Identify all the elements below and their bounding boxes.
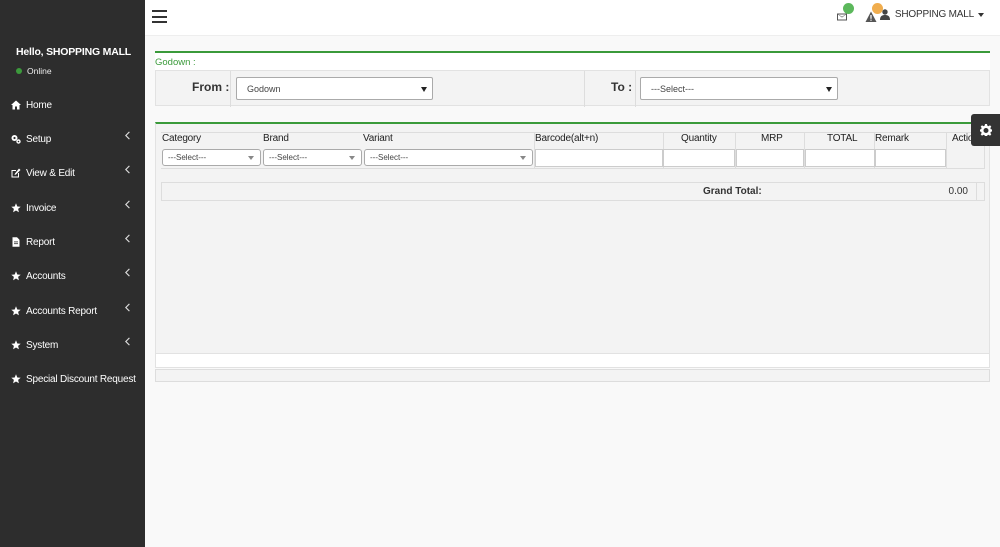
chevron-left-icon	[124, 234, 132, 244]
sidebar-item-special-discount-request[interactable]: Special Discount Request	[0, 362, 145, 396]
column-header-mrp: MRP	[761, 133, 783, 144]
column-header-variant: Variant	[363, 133, 393, 144]
sidebar-item-label: Special Discount Request	[26, 373, 136, 385]
caret-down-icon	[978, 12, 984, 17]
settings-toggle[interactable]	[971, 114, 1000, 146]
column-header-quantity: Quantity	[681, 133, 717, 144]
warning-icon[interactable]	[865, 3, 883, 25]
sidebar-item-label: Invoice	[26, 202, 57, 214]
star-icon	[10, 270, 22, 282]
column-divider	[946, 132, 947, 169]
barcode-input[interactable]	[535, 149, 663, 167]
to-godown-value: ---Select---	[651, 83, 694, 94]
chevron-left-icon	[124, 268, 132, 278]
category-value: ---Select---	[168, 153, 207, 162]
dropdown-arrow-icon	[421, 86, 427, 92]
sidebar-item-label: Home	[26, 99, 52, 111]
table-border	[161, 168, 985, 169]
mrp-input[interactable]	[736, 149, 804, 167]
star-icon	[10, 305, 22, 317]
from-godown-select[interactable]: Godown	[236, 77, 433, 100]
menu-toggle-icon[interactable]	[152, 10, 167, 23]
sidebar-item-setup[interactable]: Setup	[0, 122, 145, 156]
grand-total-row: Grand Total: 0.00	[161, 182, 985, 201]
chevron-left-icon	[124, 200, 132, 210]
godown-filter-row: From : Godown To : ---Select---	[155, 70, 990, 107]
sidebar-item-label: Report	[26, 236, 55, 248]
edit-icon	[10, 167, 22, 179]
user-menu-dropdown[interactable]: SHOPPING MALL	[879, 9, 984, 20]
sidebar-item-report[interactable]: Report	[0, 225, 145, 259]
star-icon	[10, 339, 22, 351]
user-panel: Hello, SHOPPING MALL Online	[16, 46, 141, 76]
sidebar-item-label: Setup	[26, 133, 52, 145]
user-icon	[879, 9, 890, 20]
column-divider	[976, 183, 977, 200]
chevron-left-icon	[124, 337, 132, 347]
star-icon	[10, 202, 22, 214]
top-header: SHOPPING MALL	[145, 0, 1000, 36]
variant-select[interactable]: ---Select---	[364, 149, 533, 166]
divider	[635, 71, 636, 107]
panel-footer-bar	[155, 369, 990, 382]
category-select[interactable]: ---Select---	[162, 149, 261, 166]
column-header-brand: Brand	[263, 133, 289, 144]
remark-input[interactable]	[875, 149, 946, 167]
from-godown-value: Godown	[247, 83, 281, 94]
quantity-input[interactable]	[663, 149, 735, 167]
column-header-category: Category	[162, 133, 201, 144]
sidebar-item-label: System	[26, 339, 59, 351]
sidebar-item-home[interactable]: Home	[0, 88, 145, 122]
from-label: From :	[192, 80, 230, 94]
user-status-label: Online	[27, 66, 52, 76]
sidebar-item-invoice[interactable]: Invoice	[0, 191, 145, 225]
to-godown-select[interactable]: ---Select---	[640, 77, 838, 100]
chevron-left-icon	[124, 131, 132, 141]
sidebar: Hello, SHOPPING MALL Online Home Setup V…	[0, 0, 145, 547]
sidebar-item-view-edit[interactable]: View & Edit	[0, 156, 145, 190]
gear-icon	[979, 124, 992, 136]
divider	[230, 71, 231, 107]
user-menu-label: SHOPPING MALL	[894, 9, 974, 20]
dropdown-arrow-icon	[248, 155, 254, 160]
grand-total-value: 0.00	[948, 186, 968, 197]
grand-total-label: Grand Total:	[703, 186, 762, 197]
sidebar-item-label: View & Edit	[26, 167, 75, 179]
user-greeting: Hello, SHOPPING MALL	[16, 46, 132, 58]
home-icon	[10, 99, 22, 111]
user-status: Online	[16, 66, 52, 76]
chevron-left-icon	[124, 303, 132, 313]
sidebar-item-label: Accounts Report	[26, 305, 97, 317]
mail-badge	[843, 3, 854, 14]
chevron-left-icon	[124, 165, 132, 175]
product-panel: Category Brand Variant Barcode(alt+n) Qu…	[155, 122, 990, 354]
sidebar-item-system[interactable]: System	[0, 328, 145, 362]
to-label: To :	[611, 80, 633, 94]
brand-value: ---Select---	[269, 153, 308, 162]
panel-footer	[155, 354, 990, 368]
star-icon	[10, 373, 22, 385]
brand-select[interactable]: ---Select---	[263, 149, 362, 166]
dropdown-arrow-icon	[520, 155, 526, 160]
column-header-total: TOTAL	[827, 133, 858, 144]
total-input[interactable]	[805, 149, 875, 167]
cogs-icon	[10, 133, 22, 145]
sidebar-item-label: Accounts	[26, 270, 66, 282]
dropdown-arrow-icon	[826, 86, 832, 92]
online-status-dot	[16, 68, 22, 74]
dropdown-arrow-icon	[349, 155, 355, 160]
sidebar-item-accounts[interactable]: Accounts	[0, 259, 145, 293]
sidebar-item-accounts-report[interactable]: Accounts Report	[0, 294, 145, 328]
godown-panel: Godown : From : Godown To : ---Select---	[155, 51, 990, 107]
divider	[584, 71, 585, 107]
column-header-remark: Remark	[875, 133, 909, 144]
variant-value: ---Select---	[370, 153, 409, 162]
file-icon	[10, 236, 22, 248]
envelope-icon[interactable]	[836, 3, 854, 25]
column-header-barcode: Barcode(alt+n)	[535, 133, 599, 144]
godown-title: Godown :	[155, 57, 196, 68]
